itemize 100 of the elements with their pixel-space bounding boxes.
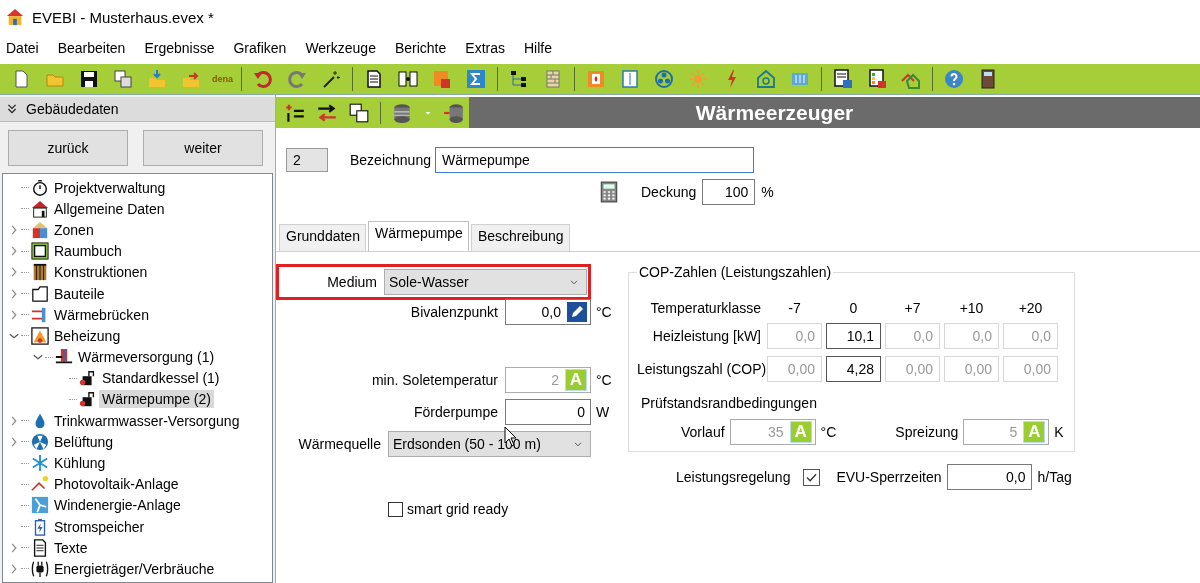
window-title: EVEBI - Musterhaus.evex * bbox=[32, 8, 214, 26]
column-header: +20 bbox=[1017, 300, 1044, 316]
undo-icon[interactable] bbox=[253, 69, 273, 89]
tab[interactable]: Grunddaten bbox=[279, 224, 366, 251]
menu-item[interactable]: Grafiken bbox=[227, 40, 296, 56]
field-label: Bivalenzpunkt bbox=[410, 304, 498, 320]
edit-pencil-icon[interactable] bbox=[567, 302, 587, 322]
energy-label-icon[interactable] bbox=[867, 69, 887, 89]
tree-item[interactable]: Wärmebrücken bbox=[51, 305, 152, 324]
nav-button[interactable]: weiter bbox=[143, 130, 263, 166]
value-field[interactable]: 10,1 bbox=[826, 323, 881, 349]
save-icon[interactable] bbox=[79, 69, 99, 89]
tab[interactable]: Wärmepumpe bbox=[367, 221, 469, 251]
menu-item[interactable]: Ergebnisse bbox=[138, 40, 224, 56]
window-icon[interactable] bbox=[620, 69, 640, 89]
unit-label: °C bbox=[819, 424, 837, 440]
document-icon bbox=[31, 538, 49, 557]
menu-item[interactable]: Werkzeuge bbox=[299, 40, 385, 56]
database-icon[interactable] bbox=[443, 101, 465, 124]
snowflake-icon bbox=[31, 454, 49, 473]
row-header: Heizleistung [kW] bbox=[651, 328, 762, 344]
column-header: +10 bbox=[958, 300, 985, 316]
magic-wand-icon[interactable] bbox=[321, 69, 341, 89]
menu-item[interactable]: Bearbeiten bbox=[51, 40, 135, 56]
checkbox-label: Leistungsregelung bbox=[676, 469, 791, 485]
tree-item[interactable]: Stromspeicher bbox=[51, 517, 148, 536]
tree-item[interactable]: Zonen bbox=[51, 220, 97, 239]
field-label: EVU-Sperrzeiten bbox=[836, 469, 942, 485]
number-field: 2 bbox=[286, 148, 328, 172]
number-field[interactable]: 0 bbox=[505, 399, 591, 425]
plug-icon bbox=[31, 559, 49, 578]
report-icon[interactable] bbox=[833, 69, 853, 89]
menu-item[interactable]: Hilfe bbox=[518, 40, 561, 56]
compare-icon[interactable] bbox=[398, 69, 418, 89]
collapse-chevron-icon[interactable] bbox=[6, 103, 18, 115]
hierarchy-icon[interactable] bbox=[509, 69, 529, 89]
menu-item[interactable]: Extras bbox=[459, 40, 514, 56]
name-field[interactable]: Wärmepumpe bbox=[434, 147, 754, 173]
field-label: Deckung bbox=[641, 184, 697, 200]
tree-item[interactable]: Wärmepumpe (2) bbox=[99, 390, 214, 409]
sum-icon[interactable] bbox=[466, 69, 486, 89]
panel-title: Gebäudedaten bbox=[26, 101, 119, 117]
unit-label: K bbox=[1053, 424, 1064, 440]
copy-icon[interactable] bbox=[348, 101, 370, 124]
house-icon[interactable] bbox=[756, 69, 776, 89]
wall-icon[interactable] bbox=[543, 69, 563, 89]
tree-item[interactable]: Energieträger/Verbräuche bbox=[51, 559, 218, 578]
tree-item[interactable]: Beheizung bbox=[51, 326, 124, 345]
document-icon[interactable] bbox=[364, 69, 384, 89]
field-label: Bezeichnung bbox=[350, 152, 431, 168]
value-field[interactable]: 4,28 bbox=[826, 356, 881, 382]
tree-item[interactable]: Texte bbox=[51, 538, 91, 557]
tree-item[interactable]: Wärmeversorgung (1) bbox=[75, 348, 218, 367]
database-icon[interactable] bbox=[391, 101, 413, 124]
tree-item[interactable]: Trinkwarmwasser-Versorgung bbox=[51, 411, 243, 430]
unit-label: W bbox=[595, 404, 610, 420]
unit-label: h/Tag bbox=[1036, 469, 1072, 485]
tree-item[interactable]: Standardkessel (1) bbox=[99, 369, 223, 388]
redo-icon[interactable] bbox=[287, 69, 307, 89]
section-heading: Wärmeerzeuger bbox=[469, 97, 1200, 128]
menu-item[interactable]: Datei bbox=[0, 40, 48, 56]
house-outline-icon bbox=[31, 284, 49, 303]
checkbox-label: smart grid ready bbox=[407, 501, 509, 517]
column-header: -7 bbox=[787, 300, 802, 316]
column-header: 0 bbox=[848, 300, 859, 316]
door-icon[interactable] bbox=[978, 69, 998, 89]
house-icon bbox=[6, 8, 24, 26]
help-icon[interactable] bbox=[944, 69, 964, 89]
flame-icon bbox=[31, 326, 49, 345]
calculator-icon[interactable] bbox=[598, 180, 620, 204]
tree-item[interactable]: Windenergie-Anlage bbox=[51, 496, 184, 515]
house-icon bbox=[31, 220, 49, 239]
field-label: Wärmequelle bbox=[298, 436, 381, 452]
row-header: Temperaturklasse bbox=[649, 300, 762, 316]
tree-item[interactable]: Konstruktionen bbox=[51, 263, 151, 282]
floor-plan-icon bbox=[31, 242, 49, 261]
tree-item[interactable]: Allgemeine Daten bbox=[51, 199, 168, 218]
tree-item[interactable]: Raumbuch bbox=[51, 242, 125, 261]
solar-roof-icon bbox=[31, 475, 49, 494]
menu-item[interactable]: Berichte bbox=[388, 40, 456, 56]
copy-icon[interactable] bbox=[113, 69, 133, 89]
section-label: Prüfstandsrandbedingungen bbox=[641, 395, 818, 411]
tree-item[interactable]: Belüftung bbox=[51, 432, 117, 451]
unit-label: °C bbox=[595, 304, 612, 320]
tree-item[interactable]: Projektverwaltung bbox=[51, 178, 169, 197]
folder-export-icon[interactable] bbox=[181, 69, 201, 89]
nav-button[interactable]: zurück bbox=[8, 130, 128, 166]
tree-item[interactable]: Bauteile bbox=[51, 284, 108, 303]
group-title: COP-Zahlen (Leistungszahlen) bbox=[638, 264, 833, 280]
tree-item[interactable]: Photovoltaik-Anlage bbox=[51, 475, 182, 494]
checkbox[interactable] bbox=[388, 501, 403, 517]
coverage-field[interactable]: 100 bbox=[702, 179, 756, 205]
tab[interactable]: Beschreibung bbox=[470, 224, 570, 251]
dropdown[interactable]: Sole-Wasser bbox=[384, 269, 587, 295]
tree-item[interactable]: Kühlung bbox=[51, 454, 109, 473]
number-field[interactable]: 0,0 bbox=[947, 464, 1033, 490]
number-field[interactable]: 0,0 bbox=[505, 299, 591, 325]
checkbox[interactable] bbox=[803, 468, 821, 486]
house-icon bbox=[31, 199, 49, 218]
folder-import-icon[interactable] bbox=[147, 69, 167, 89]
